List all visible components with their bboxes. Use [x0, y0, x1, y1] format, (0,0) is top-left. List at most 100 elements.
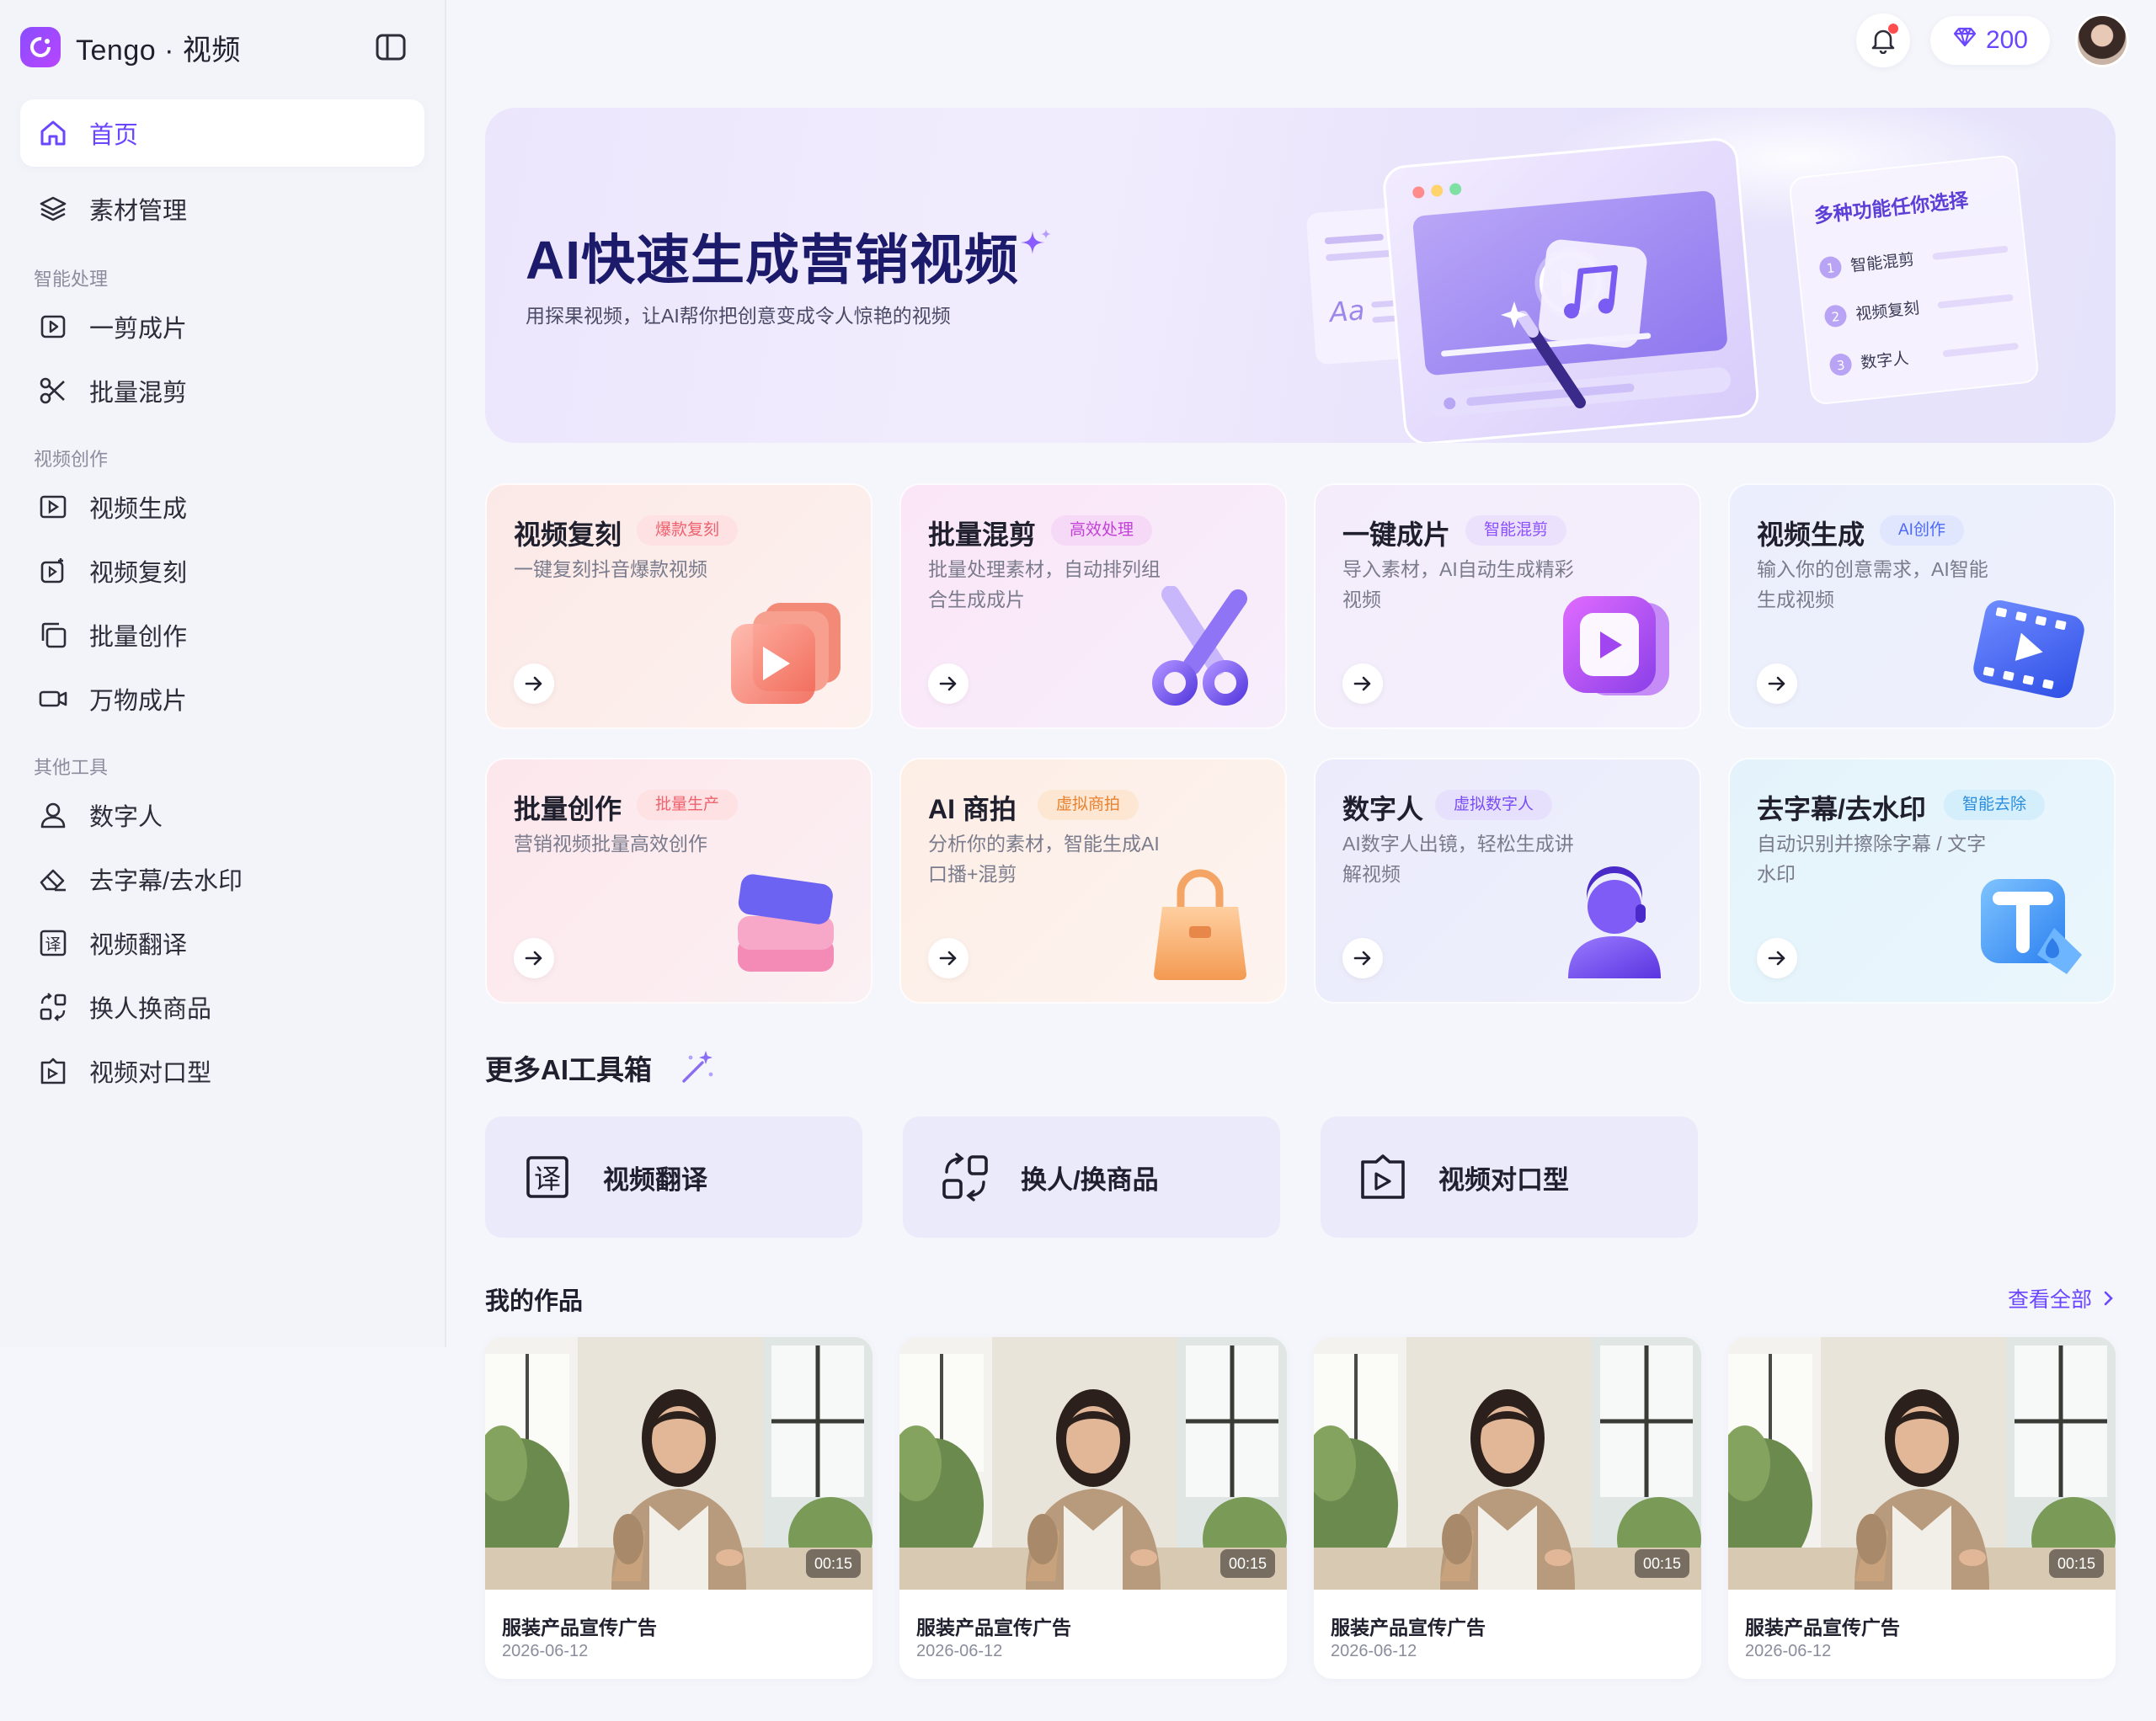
work-title: 服装产品宣传广告 — [916, 1617, 1071, 1638]
tool-label: 换人/换商品 — [1021, 1164, 1159, 1195]
text-erase-illustration — [1981, 879, 2082, 974]
hero-subtitle: 用探果视频，让AI帮你把创意变成令人惊艳的视频 — [526, 305, 951, 327]
card-remove-watermark[interactable]: 去字幕/去水印 智能去除 自动识别并擦除字幕 / 文字水印 — [1728, 758, 2116, 1004]
card-desc: 分析你的素材，智能生成AI口播+混剪 — [928, 833, 1160, 885]
magic-wand-icon — [682, 1051, 713, 1083]
tool-swap[interactable]: 换人/换商品 — [903, 1116, 1280, 1238]
video-stack-illustration — [731, 603, 841, 704]
work-card[interactable]: 00:15 服装产品宣传广告 2026-06-12 — [485, 1337, 873, 1679]
sidebar-item-label: 视频对口型 — [89, 1060, 212, 1087]
sidebar-item-anything[interactable]: 万物成片 — [20, 665, 424, 733]
sidebar-item-lip-sync[interactable]: 视频对口型 — [20, 1037, 424, 1105]
credits-badge[interactable]: 200 — [1929, 16, 2050, 65]
section-title: 智能处理 — [34, 269, 109, 290]
arrow-right-icon[interactable] — [1757, 938, 1797, 978]
arrow-right-icon[interactable] — [928, 938, 969, 978]
translate-icon: 译 — [37, 927, 69, 959]
sidebar-item-swap[interactable]: 换人换商品 — [20, 973, 424, 1041]
swap-icon — [940, 1152, 990, 1202]
work-duration: 00:15 — [805, 1549, 861, 1578]
card-ai-product-shoot[interactable]: AI 商拍 虚拟商拍 分析你的素材，智能生成AI口播+混剪 — [899, 758, 1287, 1004]
sidebar-item-batch-mix[interactable]: 批量混剪 — [20, 357, 424, 424]
card-title: 去字幕/去水印 — [1757, 794, 1926, 824]
card-title: AI 商拍 — [928, 794, 1017, 824]
eraser-icon — [37, 863, 69, 895]
sidebar-item-label: 首页 — [89, 122, 139, 149]
sidebar-item-assets[interactable]: 素材管理 — [20, 175, 424, 242]
sidebar-item-remove-subtitle[interactable]: 去字幕/去水印 — [20, 845, 424, 913]
swap-icon — [37, 991, 69, 1023]
card-digital-human[interactable]: 数字人 虚拟数字人 AI数字人出镜，轻松生成讲解视频 — [1314, 758, 1701, 1004]
work-card[interactable]: 00:15 服装产品宣传广告 2026-06-12 — [1728, 1337, 2116, 1679]
card-one-click[interactable]: 一键成片 智能混剪 导入素材，AI自动生成精彩视频 — [1314, 483, 1701, 729]
tool-video-translate[interactable]: 译 视频翻译 — [485, 1116, 862, 1238]
tool-lip-sync[interactable]: 视频对口型 — [1321, 1116, 1698, 1238]
sidebar-item-one-click[interactable]: 一剪成片 — [20, 293, 424, 360]
work-title: 服装产品宣传广告 — [502, 1617, 657, 1638]
card-desc: 导入素材，AI自动生成精彩视频 — [1342, 558, 1574, 610]
sidebar-item-label: 数字人 — [89, 804, 163, 831]
scissors-illustration — [1152, 586, 1248, 706]
notification-button[interactable] — [1855, 13, 1910, 67]
svg-text:译: 译 — [534, 1163, 561, 1195]
view-all-label: 查看全部 — [2007, 1288, 2092, 1312]
sidebar-item-label: 素材管理 — [89, 198, 188, 225]
sidebar-item-video-gen[interactable]: 视频生成 — [20, 473, 424, 541]
sidebar-item-video-translate[interactable]: 译 视频翻译 — [20, 909, 424, 977]
sidebar-item-label: 换人换商品 — [89, 996, 212, 1023]
card-batch-mix[interactable]: 批量混剪 高效处理 批量处理素材，自动排列组合生成成片 — [899, 483, 1287, 729]
card-tag: AI创作 — [1880, 515, 1964, 546]
card-desc: 批量处理素材，自动排列组合生成成片 — [928, 558, 1161, 610]
card-batch-create[interactable]: 批量创作 批量生产 营销视频批量高效创作 — [485, 758, 873, 1004]
sidebar-toggle-icon[interactable] — [374, 32, 408, 62]
hero-banner: AI快速生成营销视频 用探果视频，让AI帮你把创意变成令人惊艳的视频 Aa 多种… — [485, 108, 2116, 443]
card-title: 批量创作 — [514, 794, 622, 824]
card-title: 一键成片 — [1342, 519, 1451, 550]
card-title: 视频生成 — [1757, 519, 1865, 550]
credits-count: 200 — [1985, 26, 2028, 54]
user-avatar[interactable] — [2075, 13, 2129, 67]
hero-illustration: Aa 多种功能任你选择 1 智能混剪 2 视频复刻 3 数字人 — [1306, 108, 2052, 443]
card-tag: 批量生产 — [637, 790, 739, 820]
sidebar-item-label: 批量混剪 — [89, 380, 188, 407]
panel-item-num: 1 — [1826, 260, 1835, 276]
section-title: 其他工具 — [34, 757, 109, 778]
card-tag: 智能混剪 — [1465, 515, 1567, 546]
copy-icon — [37, 619, 69, 651]
card-video-generate[interactable]: 视频生成 AI创作 输入你的创意需求，AI智能生成视频 — [1728, 483, 2116, 729]
camera-icon — [37, 683, 69, 715]
arrow-right-icon[interactable] — [928, 663, 969, 704]
video-copy-icon — [37, 555, 69, 587]
user-icon — [37, 799, 69, 831]
work-card[interactable]: 00:15 服装产品宣传广告 2026-06-12 — [899, 1337, 1287, 1679]
card-title: 批量混剪 — [928, 519, 1037, 550]
work-duration: 00:15 — [2048, 1549, 2104, 1578]
film-illustration — [1973, 599, 2084, 699]
work-duration: 00:15 — [1219, 1549, 1275, 1578]
diamond-icon — [1952, 26, 1977, 55]
card-tag: 虚拟数字人 — [1435, 790, 1553, 820]
card-video-replicate[interactable]: 视频复刻 爆款复刻 一键复刻抖音爆款视频 — [485, 483, 873, 729]
works-title: 我的作品 — [485, 1288, 584, 1315]
card-desc: 输入你的创意需求，AI智能生成视频 — [1757, 558, 1988, 610]
card-tag: 爆款复刻 — [637, 515, 739, 546]
sidebar-item-batch-create[interactable]: 批量创作 — [20, 601, 424, 669]
arrow-right-icon[interactable] — [514, 938, 554, 978]
panel-item-num: 2 — [1831, 309, 1840, 325]
card-tag: 高效处理 — [1051, 515, 1153, 546]
work-card[interactable]: 00:15 服装产品宣传广告 2026-06-12 — [1314, 1337, 1701, 1679]
font-label: Aa — [1327, 294, 1366, 328]
brand-logo-icon — [20, 27, 61, 67]
arrow-right-icon[interactable] — [1342, 938, 1383, 978]
arrow-right-icon[interactable] — [1342, 663, 1383, 704]
section-title: 视频创作 — [34, 449, 109, 470]
sidebar-item-home[interactable]: 首页 — [20, 99, 424, 167]
arrow-right-icon[interactable] — [514, 663, 554, 704]
view-all-link[interactable]: 查看全部 — [2008, 1283, 2117, 1313]
sidebar-item-video-copy[interactable]: 视频复刻 — [20, 537, 424, 605]
brand[interactable]: Tengo · 视频 — [20, 25, 241, 69]
arrow-right-icon[interactable] — [1757, 663, 1797, 704]
card-desc: 一键复刻抖音爆款视频 — [514, 558, 707, 580]
sidebar-item-digital-human[interactable]: 数字人 — [20, 781, 424, 849]
stack-illustration — [738, 874, 834, 972]
